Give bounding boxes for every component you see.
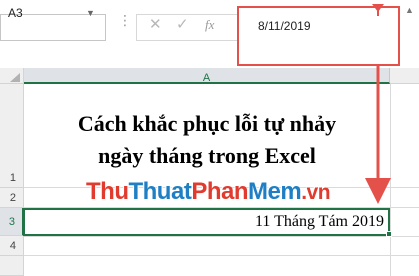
insert-function-icon[interactable]: fx: [205, 17, 214, 33]
row-header-5[interactable]: [0, 256, 24, 276]
cell-a3-value: 11 Tháng Tám 2019: [254, 213, 384, 230]
formula-expand-icon[interactable]: ▲: [405, 5, 414, 15]
worksheet-grid: [0, 68, 419, 276]
row-header-4[interactable]: 4: [0, 236, 24, 256]
row-header-3[interactable]: 3: [0, 208, 24, 236]
name-box-value: A3: [8, 6, 23, 20]
select-all-icon: [10, 73, 20, 82]
fill-handle[interactable]: [386, 231, 392, 237]
enter-icon[interactable]: ✓: [176, 15, 189, 33]
formula-input[interactable]: [237, 6, 400, 66]
row-header-1[interactable]: 1: [0, 84, 24, 188]
column-header-b[interactable]: [390, 68, 419, 84]
formula-value: 8/11/2019: [258, 19, 311, 33]
cell-a1-title[interactable]: Cách khắc phục lỗi tự nhảy ngày tháng tr…: [24, 108, 390, 172]
watermark-logo: ThuThuatPhanMem.vn: [86, 178, 331, 205]
row-header-2[interactable]: 2: [0, 188, 24, 208]
gridline: [24, 236, 419, 237]
cancel-icon[interactable]: ✕: [149, 15, 162, 33]
title-line-2: ngày tháng trong Excel: [98, 143, 316, 168]
column-header-label: A: [202, 72, 211, 84]
more-options-icon[interactable]: ⋮: [118, 12, 133, 29]
gridline: [24, 255, 419, 256]
column-header-a[interactable]: A: [24, 68, 390, 84]
title-line-1: Cách khắc phục lỗi tự nhảy: [77, 111, 337, 136]
gridline: [390, 84, 391, 276]
chevron-down-icon[interactable]: ▼: [86, 8, 95, 18]
